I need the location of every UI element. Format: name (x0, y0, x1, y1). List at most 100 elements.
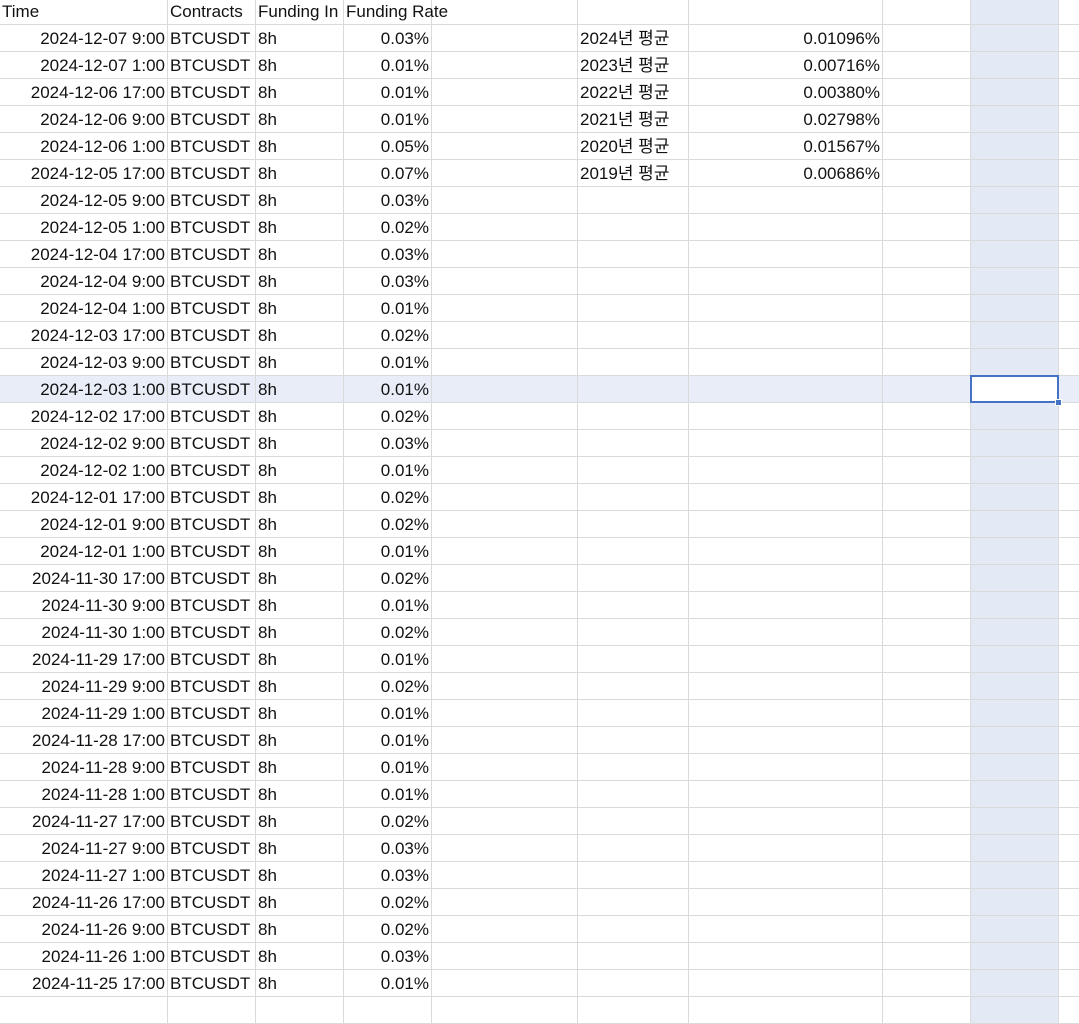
cell[interactable] (1059, 511, 1079, 538)
cell[interactable] (883, 511, 971, 538)
cell[interactable] (432, 970, 578, 997)
cell[interactable] (883, 808, 971, 835)
cell[interactable] (883, 106, 971, 133)
cell[interactable] (432, 511, 578, 538)
contract-cell[interactable]: BTCUSDT (168, 916, 256, 943)
cell[interactable] (578, 862, 689, 889)
cell[interactable] (883, 754, 971, 781)
column-header-cell[interactable]: Funding Rate (344, 0, 448, 25)
cell[interactable] (1059, 133, 1079, 160)
cell[interactable] (883, 268, 971, 295)
interval-cell[interactable]: 8h (256, 511, 344, 538)
cell[interactable] (689, 862, 883, 889)
time-cell[interactable]: 2024-12-01 17:00 (0, 484, 168, 511)
interval-cell[interactable]: 8h (256, 403, 344, 430)
cell[interactable] (1059, 646, 1079, 673)
cell[interactable] (1059, 187, 1079, 214)
cell[interactable] (578, 754, 689, 781)
interval-cell[interactable]: 8h (256, 916, 344, 943)
cell[interactable] (883, 565, 971, 592)
cell[interactable] (971, 646, 1059, 673)
cell[interactable] (689, 268, 883, 295)
cell[interactable] (578, 295, 689, 322)
cell[interactable] (432, 295, 578, 322)
rate-cell[interactable]: 0.01% (344, 970, 432, 997)
cell[interactable] (432, 646, 578, 673)
cell[interactable] (1059, 430, 1079, 457)
cell[interactable] (689, 781, 883, 808)
cell[interactable] (1059, 943, 1079, 970)
cell[interactable] (432, 133, 578, 160)
cell[interactable] (971, 349, 1059, 376)
cell[interactable] (971, 565, 1059, 592)
cell[interactable] (432, 700, 578, 727)
cell[interactable] (1059, 700, 1079, 727)
cell[interactable] (971, 970, 1059, 997)
cell[interactable] (432, 592, 578, 619)
average-label-cell[interactable]: 2024년 평균 (578, 25, 689, 52)
interval-cell[interactable]: 8h (256, 565, 344, 592)
cell[interactable] (971, 160, 1059, 187)
cell[interactable] (1059, 727, 1079, 754)
cell[interactable] (256, 997, 344, 1024)
interval-cell[interactable]: 8h (256, 457, 344, 484)
cell[interactable] (578, 511, 689, 538)
cell[interactable] (883, 619, 971, 646)
rate-cell[interactable]: 0.01% (344, 754, 432, 781)
rate-cell[interactable]: 0.01% (344, 646, 432, 673)
cell[interactable] (432, 268, 578, 295)
rate-cell[interactable]: 0.07% (344, 160, 432, 187)
cell[interactable] (0, 997, 168, 1024)
cell[interactable] (689, 295, 883, 322)
cell[interactable] (883, 403, 971, 430)
cell[interactable] (578, 349, 689, 376)
interval-cell[interactable]: 8h (256, 835, 344, 862)
column-header-cell[interactable]: Contracts (168, 0, 256, 25)
contract-cell[interactable]: BTCUSDT (168, 349, 256, 376)
cell[interactable] (432, 457, 578, 484)
cell[interactable] (689, 484, 883, 511)
cell[interactable] (689, 700, 883, 727)
time-cell[interactable]: 2024-12-05 1:00 (0, 214, 168, 241)
cell[interactable] (1059, 295, 1079, 322)
cell[interactable] (578, 592, 689, 619)
average-value-cell[interactable]: 0.02798% (689, 106, 883, 133)
cell[interactable] (578, 484, 689, 511)
cell[interactable] (578, 700, 689, 727)
cell[interactable] (883, 133, 971, 160)
interval-cell[interactable]: 8h (256, 808, 344, 835)
contract-cell[interactable]: BTCUSDT (168, 970, 256, 997)
cell[interactable] (432, 430, 578, 457)
cell[interactable] (689, 565, 883, 592)
time-cell[interactable]: 2024-12-06 1:00 (0, 133, 168, 160)
column-header-cell[interactable]: Funding In (256, 0, 344, 25)
cell[interactable] (1059, 322, 1079, 349)
contract-cell[interactable]: BTCUSDT (168, 538, 256, 565)
cell[interactable] (1059, 484, 1079, 511)
interval-cell[interactable]: 8h (256, 781, 344, 808)
cell[interactable] (1059, 241, 1079, 268)
cell[interactable] (578, 565, 689, 592)
time-cell[interactable]: 2024-12-03 17:00 (0, 322, 168, 349)
cell[interactable] (578, 997, 689, 1024)
cell[interactable] (883, 970, 971, 997)
contract-cell[interactable]: BTCUSDT (168, 52, 256, 79)
fill-handle[interactable] (1055, 399, 1062, 406)
cell[interactable] (578, 457, 689, 484)
interval-cell[interactable]: 8h (256, 160, 344, 187)
cell[interactable] (432, 403, 578, 430)
average-label-cell[interactable]: 2022년 평균 (578, 79, 689, 106)
cell[interactable] (971, 700, 1059, 727)
contract-cell[interactable]: BTCUSDT (168, 943, 256, 970)
active-cell[interactable] (970, 375, 1059, 403)
cell[interactable] (432, 376, 578, 403)
interval-cell[interactable]: 8h (256, 538, 344, 565)
time-cell[interactable]: 2024-11-30 17:00 (0, 565, 168, 592)
cell[interactable] (578, 430, 689, 457)
cell[interactable] (578, 835, 689, 862)
cell[interactable] (168, 997, 256, 1024)
cell[interactable] (578, 403, 689, 430)
cell[interactable] (1059, 106, 1079, 133)
contract-cell[interactable]: BTCUSDT (168, 160, 256, 187)
cell[interactable] (1059, 565, 1079, 592)
